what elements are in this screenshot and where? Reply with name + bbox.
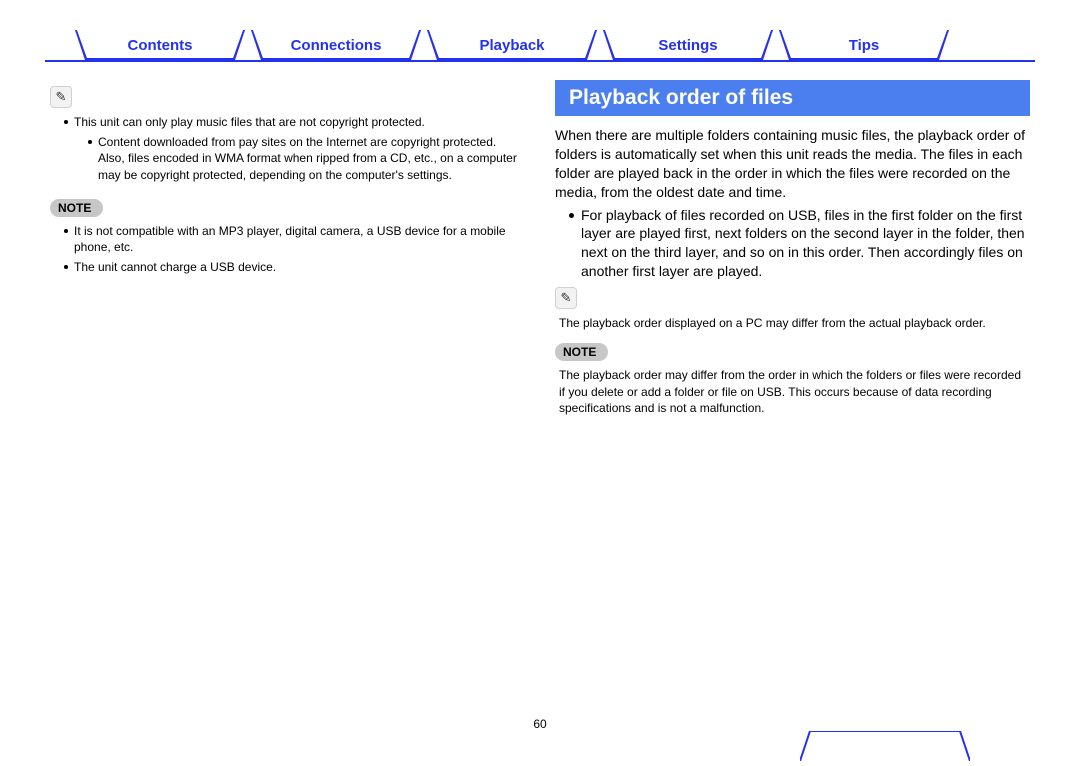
info-list: This unit can only play music files that…	[50, 114, 525, 183]
list-item: It is not compatible with an MP3 player,…	[64, 223, 525, 255]
list-item: The unit cannot charge a USB device.	[64, 259, 525, 275]
page-content: ✎ This unit can only play music files th…	[50, 80, 1030, 701]
info-list: For playback of files recorded on USB, f…	[555, 206, 1030, 282]
right-column: Playback order of files When there are m…	[555, 80, 1030, 701]
list-item: Content downloaded from pay sites on the…	[88, 134, 525, 183]
note-label: NOTE	[50, 199, 103, 217]
list-item: This unit can only play music files that…	[64, 114, 525, 183]
note-label: NOTE	[555, 343, 608, 361]
pencil-icon: ✎	[50, 86, 72, 108]
pencil-icon: ✎	[555, 287, 577, 309]
tab-connections[interactable]: Connections	[251, 30, 421, 60]
tab-label: Contents	[75, 30, 245, 60]
tab-label: Connections	[251, 30, 421, 60]
tab-label: Settings	[603, 30, 773, 60]
nav-tabs: Contents Connections Playback Settings T…	[45, 30, 1035, 62]
tab-playback[interactable]: Playback	[427, 30, 597, 60]
tab-contents[interactable]: Contents	[75, 30, 245, 60]
tab-tips[interactable]: Tips	[779, 30, 949, 60]
paragraph: When there are multiple folders containi…	[555, 126, 1030, 202]
tab-settings[interactable]: Settings	[603, 30, 773, 60]
left-column: ✎ This unit can only play music files th…	[50, 80, 525, 701]
tab-label: Tips	[779, 30, 949, 60]
list-item: For playback of files recorded on USB, f…	[569, 206, 1030, 282]
pencil-note-text: The playback order displayed on a PC may…	[555, 315, 1030, 331]
section-heading: Playback order of files	[555, 80, 1030, 116]
list-text: This unit can only play music files that…	[74, 115, 425, 129]
bottom-tab-handle[interactable]	[800, 731, 970, 761]
page-number: 60	[0, 717, 1080, 731]
note-list: It is not compatible with an MP3 player,…	[50, 223, 525, 276]
note-text: The playback order may differ from the o…	[555, 367, 1030, 416]
tab-label: Playback	[427, 30, 597, 60]
